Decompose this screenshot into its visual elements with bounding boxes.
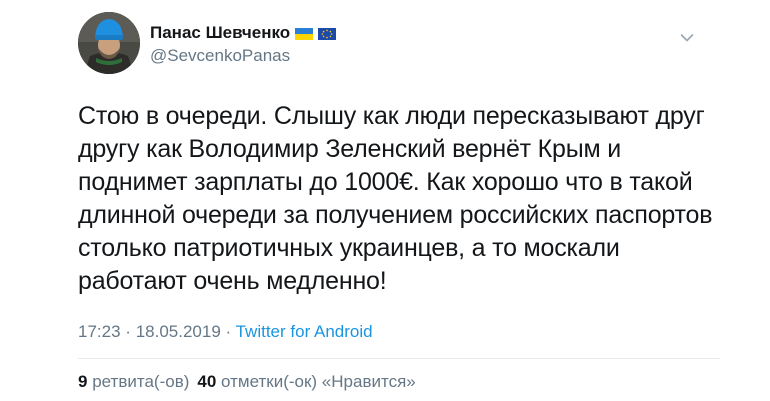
user-handle[interactable]: @SevcenkoPanas — [150, 46, 336, 66]
likes-count: 40 — [197, 372, 217, 391]
retweets-stat[interactable]: 9 ретвита(-ов) — [78, 372, 189, 391]
tweet-text: Стою в очереди. Слышу как люди пересказы… — [78, 102, 713, 295]
meta-separator: · — [125, 322, 131, 341]
eu-flag-icon — [318, 27, 337, 40]
tweet-time[interactable]: 17:23 — [78, 322, 121, 341]
author-info: Панас Шевченко @SevcenkoPanas — [150, 22, 337, 66]
tweet-date[interactable]: 18.05.2019 — [136, 322, 221, 341]
avatar[interactable] — [78, 12, 140, 74]
tweet-stats: 9 ретвита(-ов) 40 отметки(-ок) «Нравится» — [78, 372, 416, 392]
tweet-card: Панас Шевченко @SevcenkoPanas Стою в оче… — [0, 0, 770, 401]
likes-stat[interactable]: 40 отметки(-ок) «Нравится» — [197, 372, 415, 391]
tweet-meta: 17:23 · 18.05.2019 · Twitter for Android — [78, 322, 373, 342]
likes-label: отметки(-ок) «Нравится» — [221, 372, 416, 391]
tweet-client-link[interactable]: Twitter for Android — [236, 322, 373, 341]
retweets-count: 9 — [78, 372, 88, 391]
ukraine-flag-icon — [295, 27, 314, 40]
divider — [78, 358, 720, 359]
retweets-label: ретвита(-ов) — [92, 372, 190, 391]
meta-separator-2: · — [225, 322, 232, 341]
display-name[interactable]: Панас Шевченко — [150, 23, 290, 43]
chevron-down-icon[interactable] — [680, 30, 694, 42]
